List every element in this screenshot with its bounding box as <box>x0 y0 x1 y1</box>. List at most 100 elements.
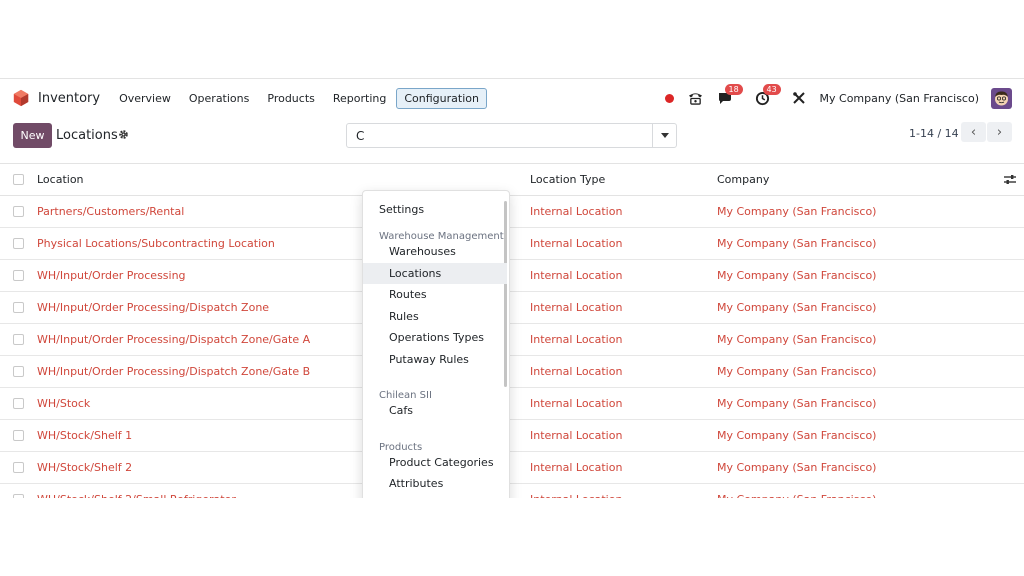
menu-item-settings[interactable]: Settings <box>363 199 507 220</box>
cell-location-type: Internal Location <box>530 397 623 410</box>
sliders-icon <box>1004 175 1016 184</box>
inventory-app-icon <box>13 89 29 107</box>
menu-item-product-packagings[interactable]: Product Packagings <box>363 495 507 499</box>
menu-item-attributes[interactable]: Attributes <box>363 473 507 494</box>
pager-previous-button[interactable]: ‹ <box>961 122 986 142</box>
cell-location[interactable]: WH/Input/Order Processing/Dispatch Zone <box>37 292 269 323</box>
cell-company[interactable]: My Company (San Francisco) <box>717 228 876 259</box>
row-checkbox[interactable] <box>13 430 24 441</box>
cell-location[interactable]: WH/Stock/Shelf 2/Small Refrigerator <box>37 484 236 498</box>
cell-location-type: Internal Location <box>530 301 623 314</box>
menu-item-rules[interactable]: Rules <box>363 306 507 327</box>
messages-badge: 18 <box>724 84 743 95</box>
cell-company[interactable]: My Company (San Francisco) <box>717 484 876 498</box>
cell-location[interactable]: WH/Input/Order Processing/Dispatch Zone/… <box>37 324 310 355</box>
avatar-face-icon <box>995 90 1008 105</box>
cell-location[interactable]: WH/Input/Order Processing <box>37 260 186 291</box>
app-window: Inventory Overview Operations Products R… <box>0 78 1024 498</box>
cell-location-type: Internal Location <box>530 205 623 218</box>
pager-value[interactable]: 1-14 / 14 <box>909 127 959 140</box>
cell-company[interactable]: My Company (San Francisco) <box>717 260 876 291</box>
phone-button[interactable] <box>688 91 703 105</box>
table-row[interactable]: WH/Stock Internal Location My Company (San… <box>0 388 1024 420</box>
configuration-dropdown: Settings Warehouse Management Warehouses Lo… <box>362 190 510 498</box>
status-dot[interactable] <box>664 93 674 103</box>
recording-dot-icon <box>664 93 674 103</box>
cell-location-type: Internal Location <box>530 333 623 346</box>
activities-badge: 43 <box>762 83 781 95</box>
table-body: Partners/Customers/Rental Internal Locati… <box>0 196 1024 498</box>
tools-icon <box>792 92 805 104</box>
user-avatar[interactable] <box>991 87 1012 109</box>
cell-location[interactable]: Physical Locations/Subcontracting Locati… <box>37 228 275 259</box>
company-switcher[interactable]: My Company (San Francisco) <box>820 92 979 105</box>
cell-company[interactable]: My Company (San Francisco) <box>717 324 876 355</box>
gear-icon[interactable] <box>118 129 129 143</box>
table-row[interactable]: WH/Input/Order Processing/Dispatch Zone I… <box>0 292 1024 324</box>
cell-company[interactable]: My Company (San Francisco) <box>717 356 876 387</box>
top-navbar: Inventory Overview Operations Products R… <box>0 79 1024 117</box>
select-all-checkbox[interactable] <box>13 174 24 185</box>
pager-next-button[interactable]: › <box>987 122 1012 142</box>
messages-button[interactable]: 18 <box>717 84 743 105</box>
row-checkbox[interactable] <box>13 494 24 498</box>
header-location[interactable]: Location <box>37 164 84 195</box>
locations-table: Location Location Type Company Partners/… <box>0 163 1024 498</box>
table-row[interactable]: Physical Locations/Subcontracting Locati… <box>0 228 1024 260</box>
table-row[interactable]: WH/Stock/Shelf 1 Internal Location My Comp… <box>0 420 1024 452</box>
menu-item-warehouses[interactable]: Warehouses <box>363 241 507 262</box>
row-checkbox[interactable] <box>13 238 24 249</box>
table-row[interactable]: Partners/Customers/Rental Internal Locati… <box>0 196 1024 228</box>
menu-item-locations[interactable]: Locations <box>363 262 507 284</box>
cell-location-type: Internal Location <box>530 429 623 442</box>
chevron-right-icon: › <box>996 124 1003 140</box>
row-checkbox[interactable] <box>13 462 24 473</box>
table-row[interactable]: WH/Input/Order Processing/Dispatch Zone/… <box>0 356 1024 388</box>
menu-item-operations-types[interactable]: Operations Types <box>363 327 507 348</box>
table-row[interactable]: WH/Input/Order Processing/Dispatch Zone/… <box>0 324 1024 356</box>
cell-location-type: Internal Location <box>530 484 622 498</box>
cell-location[interactable]: Partners/Customers/Rental <box>37 196 184 227</box>
menu-item-cafs[interactable]: Cafs <box>363 400 507 421</box>
menu-configuration[interactable]: Configuration <box>396 87 487 109</box>
chevron-left-icon: ‹ <box>970 124 977 140</box>
header-company[interactable]: Company <box>717 164 769 195</box>
row-checkbox[interactable] <box>13 270 24 281</box>
table-row[interactable]: WH/Input/Order Processing Internal Locati… <box>0 260 1024 292</box>
cell-company[interactable]: My Company (San Francisco) <box>717 196 876 227</box>
menu-overview[interactable]: Overview <box>111 88 179 109</box>
debug-tools-button[interactable] <box>792 91 806 105</box>
header-location-type[interactable]: Location Type <box>530 164 605 195</box>
table-header: Location Location Type Company <box>0 163 1024 196</box>
cell-location[interactable]: WH/Stock <box>37 388 90 419</box>
menu-item-product-categories[interactable]: Product Categories <box>363 452 507 473</box>
table-row[interactable]: WH/Stock/Shelf 2/Small Refrigerator Inter… <box>0 484 1024 498</box>
new-button[interactable]: New <box>13 123 52 148</box>
cell-company[interactable]: My Company (San Francisco) <box>717 420 876 451</box>
cell-company[interactable]: My Company (San Francisco) <box>717 292 876 323</box>
row-checkbox[interactable] <box>13 206 24 217</box>
menu-reporting[interactable]: Reporting <box>325 88 394 109</box>
row-checkbox[interactable] <box>13 398 24 409</box>
cell-location[interactable]: WH/Stock/Shelf 1 <box>37 420 132 451</box>
table-row[interactable]: WH/Stock/Shelf 2 Internal Location My Comp… <box>0 452 1024 484</box>
search-input[interactable]: C <box>356 129 364 143</box>
cell-location[interactable]: WH/Input/Order Processing/Dispatch Zone/… <box>37 356 310 387</box>
cell-location[interactable]: WH/Stock/Shelf 2 <box>37 452 132 483</box>
main-menu: Overview Operations Products Reporting C… <box>110 87 488 109</box>
optional-columns-toggle[interactable] <box>1004 174 1016 188</box>
activities-button[interactable]: 43 <box>755 83 781 106</box>
cell-location-type: Internal Location <box>530 461 623 474</box>
menu-products[interactable]: Products <box>259 88 323 109</box>
cell-company[interactable]: My Company (San Francisco) <box>717 452 876 483</box>
row-checkbox[interactable] <box>13 302 24 313</box>
search-bar[interactable]: C <box>346 123 677 148</box>
app-brand[interactable]: Inventory <box>12 89 100 107</box>
row-checkbox[interactable] <box>13 366 24 377</box>
row-checkbox[interactable] <box>13 334 24 345</box>
menu-operations[interactable]: Operations <box>181 88 257 109</box>
cell-company[interactable]: My Company (San Francisco) <box>717 388 876 419</box>
menu-item-routes[interactable]: Routes <box>363 284 507 305</box>
search-options-toggle[interactable] <box>652 124 676 147</box>
menu-item-putaway-rules[interactable]: Putaway Rules <box>363 349 507 370</box>
